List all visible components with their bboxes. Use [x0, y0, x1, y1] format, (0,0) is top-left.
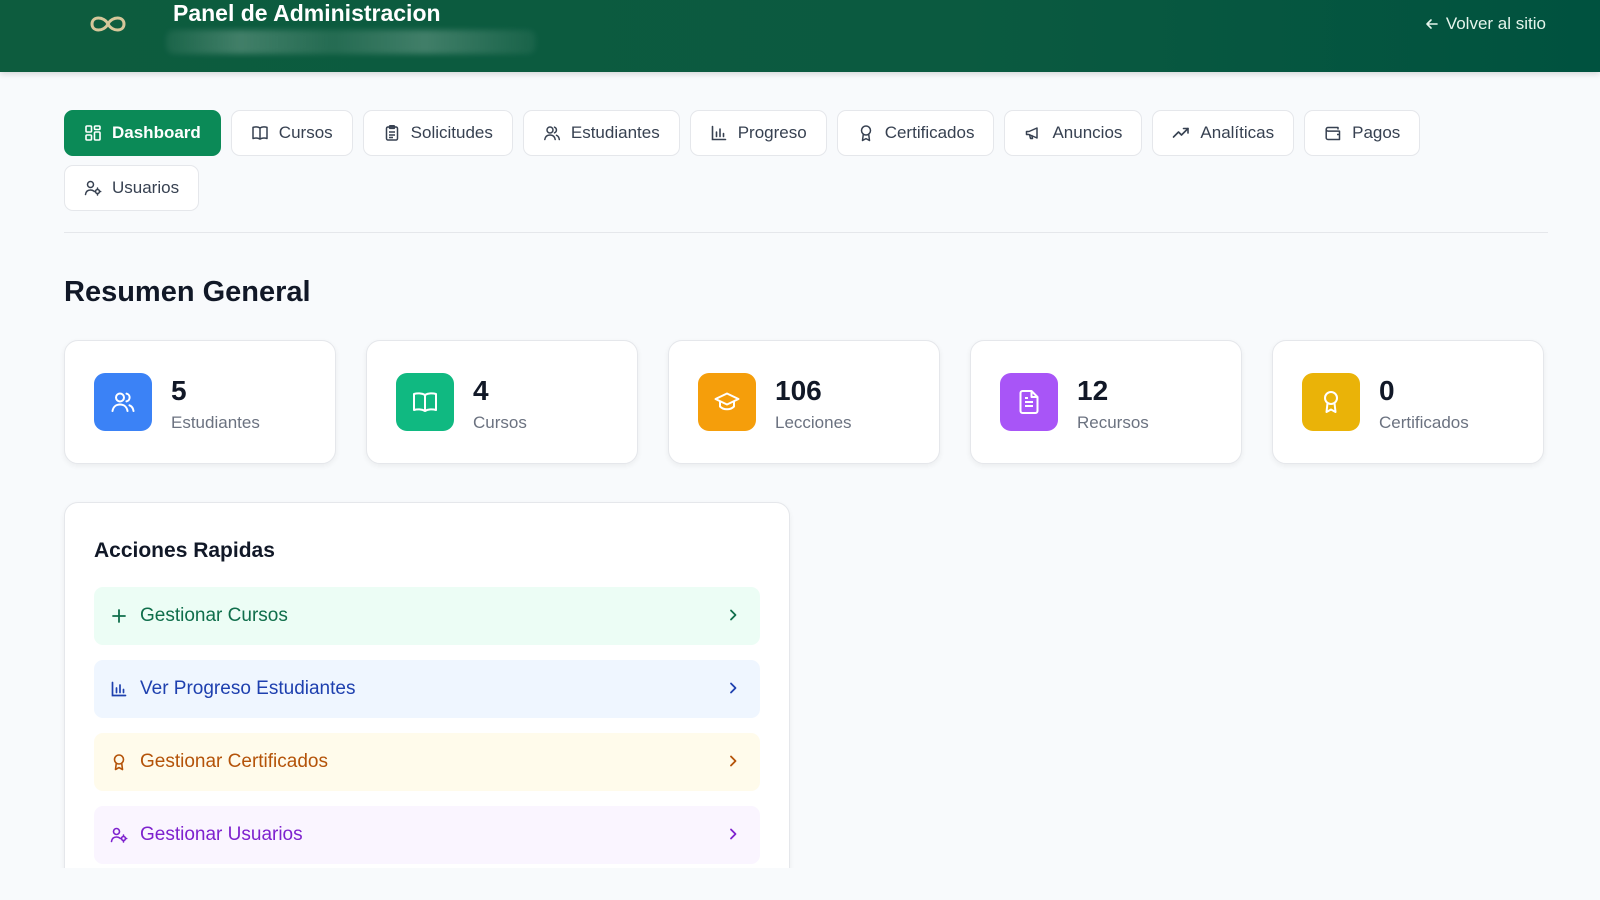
nav-divider — [64, 232, 1548, 233]
award-icon — [113, 754, 125, 771]
tab-progreso[interactable]: Progreso — [689, 110, 827, 156]
quick-actions-card: Acciones Rapidas Gestionar Cursos Ver Pr… — [64, 502, 790, 900]
action-label: Gestionar Certificados — [140, 751, 328, 772]
stats-row: 5 Estudiantes 4 Cursos 106 Lecciones 12 … — [64, 340, 1544, 464]
stat-label: Estudiantes — [171, 413, 260, 432]
action-label: Gestionar Cursos — [140, 605, 288, 626]
back-link-label: Volver al sitio — [1445, 14, 1546, 33]
tab-label: Certificados — [884, 123, 975, 142]
tab-label: Anuncios — [1052, 123, 1123, 142]
tab-label: Dashboard — [112, 123, 201, 142]
tab-label: Solicitudes — [410, 123, 493, 142]
tab-solicitudes[interactable]: Solicitudes — [362, 110, 513, 156]
tab-pagos[interactable]: Pagos — [1304, 110, 1421, 156]
book-icon — [396, 373, 454, 431]
stat-label: Cursos — [473, 413, 527, 432]
action-label: Ver Progreso Estudiantes — [140, 678, 356, 699]
megaphone-icon — [1026, 127, 1039, 140]
tab-label: Analíticas — [1200, 123, 1275, 142]
tab-label: Estudiantes — [570, 123, 660, 142]
award-icon — [860, 125, 871, 142]
user-cog-icon — [84, 180, 102, 196]
page-bottom — [0, 868, 1600, 900]
bar-chart-icon — [711, 125, 727, 141]
action-gestionar-certificados[interactable]: Gestionar Certificados — [94, 733, 760, 791]
tab-label: Pagos — [1352, 123, 1401, 142]
tab-dashboard[interactable]: Dashboard — [64, 110, 221, 156]
section-title: Resumen General — [64, 276, 311, 308]
stat-value: 0 — [1379, 375, 1395, 406]
tab-analiticas[interactable]: Analíticas — [1152, 110, 1295, 156]
tab-anuncios[interactable]: Anuncios — [1004, 110, 1143, 156]
stat-card-estudiantes: 5 Estudiantes — [64, 340, 336, 464]
tab-certificados[interactable]: Certificados — [836, 110, 995, 156]
stat-label: Recursos — [1077, 413, 1149, 432]
users-icon — [94, 373, 152, 431]
user-cog-icon — [110, 827, 128, 843]
file-text-icon — [1000, 373, 1058, 431]
stat-value: 4 — [473, 375, 489, 406]
infinity-logo-icon — [90, 16, 126, 32]
stat-value: 106 — [775, 375, 822, 406]
stat-card-cursos: 4 Cursos — [366, 340, 638, 464]
book-icon — [252, 126, 268, 140]
stat-label: Certificados — [1379, 413, 1469, 432]
tab-estudiantes[interactable]: Estudiantes — [522, 110, 680, 156]
stat-value: 12 — [1077, 375, 1109, 406]
action-gestionar-cursos[interactable]: Gestionar Cursos — [94, 587, 760, 645]
tab-label: Usuarios — [112, 178, 180, 197]
tab-label: Cursos — [278, 123, 333, 142]
tab-usuarios[interactable]: Usuarios — [64, 165, 200, 211]
action-label: Gestionar Usuarios — [140, 824, 303, 845]
chevron-right-icon — [730, 609, 737, 621]
tab-label: Progreso — [737, 123, 807, 142]
arrow-left-icon — [1426, 19, 1438, 29]
stat-value: 5 — [171, 375, 187, 406]
page-title: Panel de Administracion — [173, 0, 441, 26]
blurred-subtitle — [166, 30, 536, 54]
admin-nav: Dashboard Cursos Solicitudes Estudiantes… — [64, 110, 1544, 211]
tab-cursos[interactable]: Cursos — [230, 110, 353, 156]
stat-label: Lecciones — [775, 413, 852, 432]
chevron-right-icon — [730, 755, 737, 767]
action-ver-progreso[interactable]: Ver Progreso Estudiantes — [94, 660, 760, 718]
award-icon — [1302, 373, 1360, 431]
stat-card-certificados: 0 Certificados — [1272, 340, 1544, 464]
top-header: Panel de Administracion Volver al sitio — [0, 0, 1600, 72]
bar-chart-icon — [111, 681, 127, 697]
stat-card-lecciones: 106 Lecciones — [668, 340, 940, 464]
back-to-site-link[interactable]: Volver al sitio — [1424, 14, 1546, 34]
action-gestionar-usuarios[interactable]: Gestionar Usuarios — [94, 806, 760, 864]
graduation-cap-icon — [698, 373, 756, 431]
users-icon — [543, 126, 560, 141]
stat-card-recursos: 12 Recursos — [970, 340, 1242, 464]
trending-up-icon — [1173, 127, 1190, 138]
grid-icon — [85, 125, 101, 141]
quick-actions-title: Acciones Rapidas — [94, 539, 275, 562]
plus-icon — [112, 609, 126, 623]
clipboard-icon — [385, 125, 398, 141]
chevron-right-icon — [730, 682, 737, 694]
chevron-right-icon — [730, 828, 737, 840]
wallet-icon — [1325, 126, 1341, 141]
